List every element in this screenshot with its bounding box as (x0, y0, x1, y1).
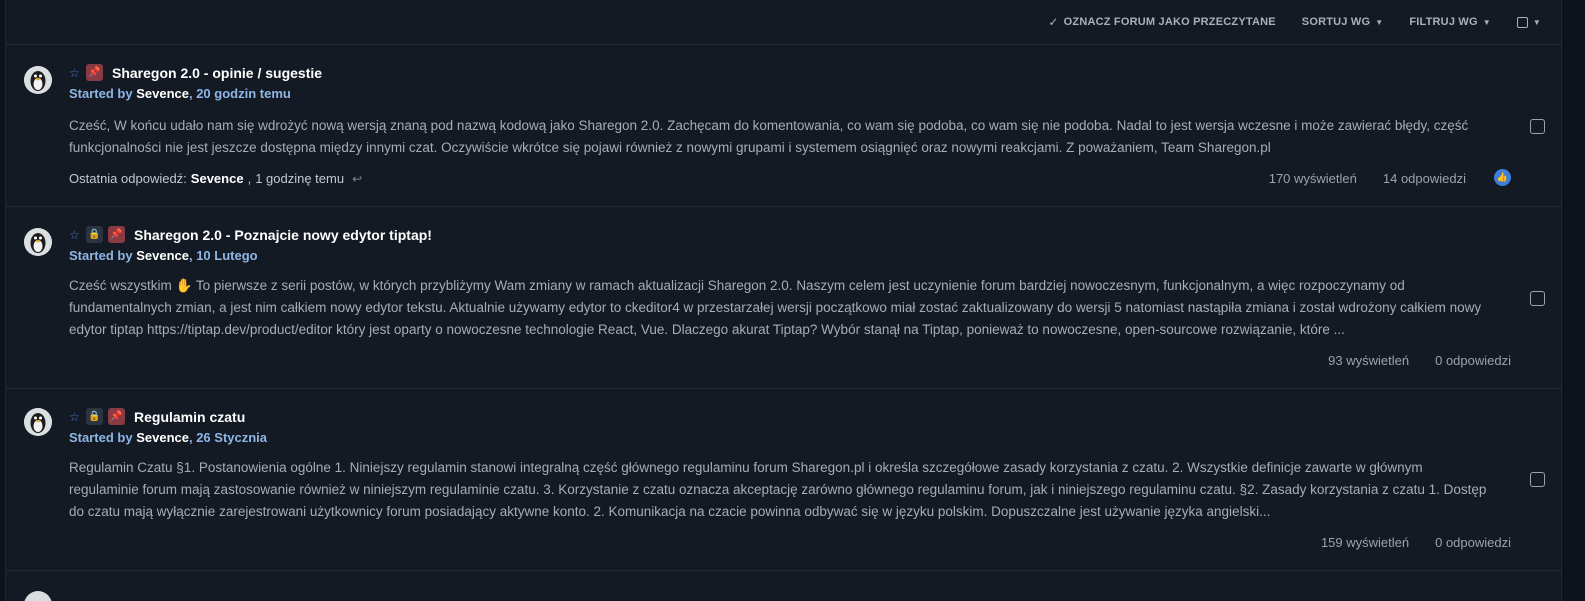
lock-icon: 🔒 (86, 408, 103, 425)
snippet-body: To pierwsze z serii postów, w których pr… (69, 278, 1482, 337)
topic-snippet: Cześć, W końcu udało nam się wdrożyć now… (69, 118, 1469, 155)
mark-forum-read-button[interactable]: ✓ OZNACZ FORUM JAKO PRZECZYTANE (1048, 15, 1275, 29)
snippet-greeting: Cześć wszystkim (69, 278, 172, 293)
topic-author[interactable]: Sevence (136, 430, 189, 445)
topic-stats: 93 wyświetleń 0 odpowiedzi (1328, 353, 1511, 368)
replies-count: 0 odpowiedzi (1435, 353, 1511, 368)
star-icon[interactable]: ☆ (69, 228, 81, 242)
filter-label: FILTRUJ WG (1409, 16, 1478, 28)
reply-icon[interactable]: ↩ (352, 172, 362, 186)
checkmark-icon: ✓ (1048, 15, 1059, 29)
topic-select-checkbox[interactable] (1530, 291, 1545, 306)
caret-down-icon: ▼ (1375, 17, 1384, 27)
pin-icon: 📌 (108, 408, 125, 425)
topic-stats: 170 wyświetleń 14 odpowiedzi (1269, 171, 1466, 186)
topic-date: 20 godzin temu (196, 86, 291, 101)
topic-title-row: ☆ 📌 Sharegon 2.0 - opinie / sugestie (69, 64, 322, 81)
topic-select-checkbox[interactable] (1530, 472, 1545, 487)
topic-meta: Started by Sevence, 10 Lutego (69, 248, 258, 263)
avatar[interactable] (24, 591, 52, 601)
topic-meta: Started by Sevence, 20 godzin temu (69, 86, 291, 101)
avatar[interactable] (24, 408, 52, 436)
topic-date: 26 Stycznia (196, 430, 268, 445)
forum-topic-list: ✓ OZNACZ FORUM JAKO PRZECZYTANE SORTUJ W… (5, 0, 1562, 601)
avatar[interactable] (24, 228, 52, 256)
pin-icon: 📌 (108, 226, 125, 243)
topic-title-row: ☆ 🔒 📌 Sharegon 2.0 - Poznajcie nowy edyt… (69, 226, 432, 243)
topic-title[interactable]: Sharegon 2.0 - opinie / sugestie (112, 65, 322, 81)
topic-title[interactable]: Sharegon 2.0 - Poznajcie nowy edytor tip… (134, 227, 432, 243)
sort-dropdown[interactable]: SORTUJ WG ▼ (1302, 16, 1384, 28)
topic-row: ☆ 🔒 📌 Regulamin czatu Started by Sevence… (6, 388, 1561, 571)
topic-title-row: ☆ 🔒 📌 Regulamin czatu (69, 408, 245, 425)
topic-author[interactable]: Sevence (136, 86, 189, 101)
pin-icon: 📌 (86, 64, 103, 81)
views-count: 170 wyświetleń (1268, 171, 1357, 186)
sort-label: SORTUJ WG (1301, 16, 1371, 28)
started-by-label: Started by (69, 86, 133, 101)
topic-row (6, 570, 1561, 601)
star-icon[interactable]: ☆ (69, 410, 81, 424)
last-reply-time: 1 godzinę temu (255, 171, 345, 186)
last-reply: Ostatnia odpowiedź: Sevence, 1 godzinę t… (69, 171, 363, 186)
last-reply-label: Ostatnia odpowiedź: (69, 171, 187, 186)
star-icon[interactable]: ☆ (69, 66, 81, 80)
filter-dropdown[interactable]: FILTRUJ WG ▼ (1409, 16, 1491, 28)
topic-snippet: Cześć wszystkim ✋ To pierwsze z serii po… (69, 275, 1489, 341)
started-by-label: Started by (69, 430, 133, 445)
topic-row: ☆ 📌 Sharegon 2.0 - opinie / sugestie Sta… (6, 45, 1561, 207)
lock-icon: 🔒 (86, 226, 103, 243)
last-reply-author[interactable]: Sevence (191, 171, 244, 186)
topic-title[interactable]: Regulamin czatu (134, 409, 245, 425)
views-count: 159 wyświetleń (1320, 535, 1410, 550)
caret-down-icon: ▼ (1482, 17, 1491, 27)
checkbox-icon (1516, 16, 1528, 28)
topic-snippet: Regulamin Czatu §1. Postanowienia ogólne… (69, 460, 1487, 519)
avatar[interactable] (24, 66, 52, 94)
mark-forum-read-label: OZNACZ FORUM JAKO PRZECZYTANE (1063, 16, 1276, 28)
replies-count: 0 odpowiedzi (1435, 535, 1511, 550)
topic-stats: 159 wyświetleń 0 odpowiedzi (1321, 535, 1511, 550)
thumbs-up-icon: 👍 (1494, 169, 1511, 186)
forum-toolbar: ✓ OZNACZ FORUM JAKO PRZECZYTANE SORTUJ W… (6, 0, 1561, 45)
topic-select-checkbox[interactable] (1530, 119, 1545, 134)
replies-count: 14 odpowiedzi (1382, 171, 1466, 186)
topic-author[interactable]: Sevence (136, 248, 189, 263)
started-by-label: Started by (69, 248, 133, 263)
select-all-dropdown[interactable]: ▼ (1516, 16, 1541, 28)
raised-hand-icon: ✋ (175, 278, 193, 293)
views-count: 93 wyświetleń (1328, 353, 1410, 368)
caret-down-icon: ▼ (1532, 17, 1541, 27)
topic-date: 10 Lutego (196, 248, 258, 263)
topic-meta: Started by Sevence, 26 Stycznia (69, 430, 268, 445)
topic-row: ☆ 🔒 📌 Sharegon 2.0 - Poznajcie nowy edyt… (6, 206, 1561, 389)
